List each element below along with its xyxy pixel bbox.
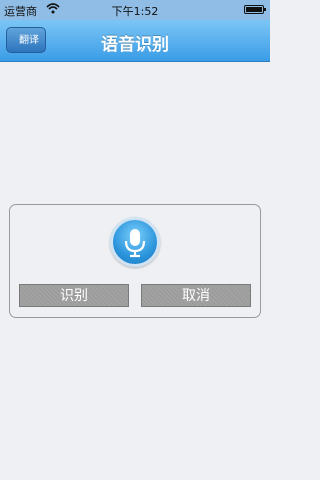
microphone-icon (124, 229, 146, 258)
cancel-button[interactable]: 取消 (141, 284, 251, 307)
battery-icon (244, 5, 266, 14)
microphone-button[interactable] (110, 217, 160, 267)
back-button-label: 翻译 (19, 35, 39, 46)
voice-recognition-panel: 识别 取消 (9, 204, 261, 318)
status-time: 下午1:52 (111, 5, 159, 18)
status-bar: 运营商 下午1:52 (0, 0, 270, 20)
recognize-button[interactable]: 识别 (19, 284, 129, 307)
navigation-bar: 翻译 语音识别 (0, 20, 270, 62)
main-content: 识别 取消 (0, 62, 270, 480)
page-title: 语音识别 (101, 35, 169, 55)
